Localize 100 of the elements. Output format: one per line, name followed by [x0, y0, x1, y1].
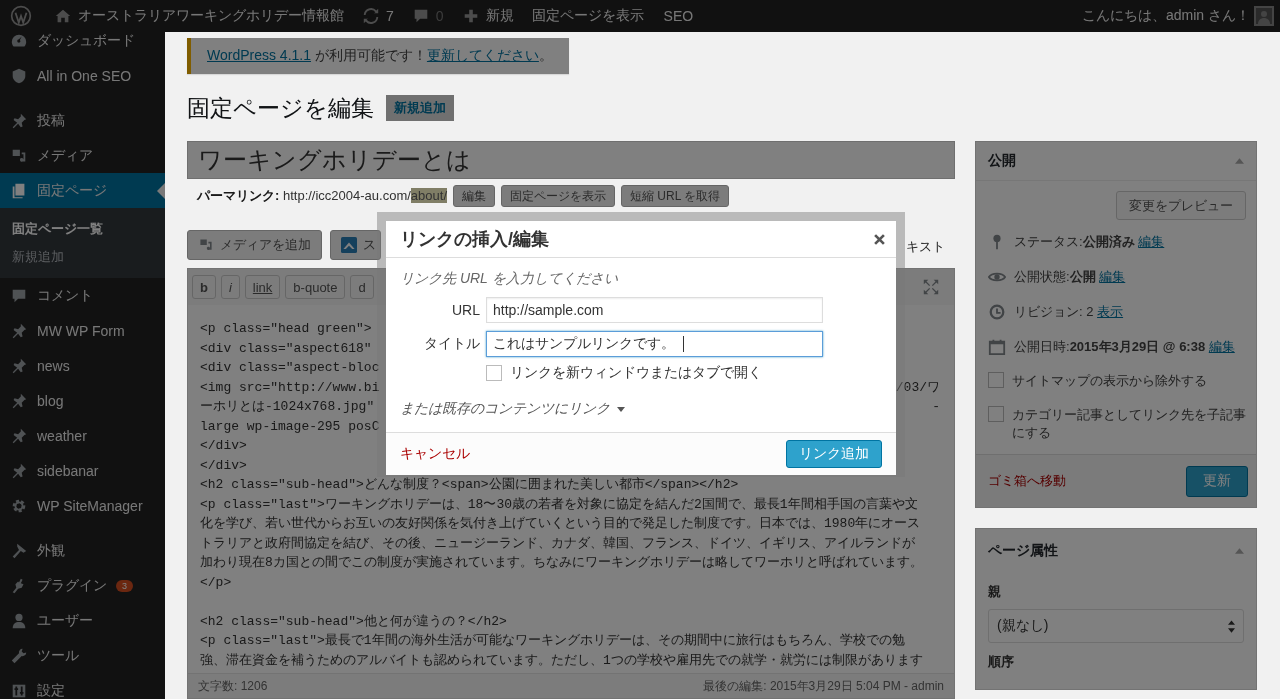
- submenu-item[interactable]: 固定ページ一覧: [0, 215, 165, 243]
- quicktag-button[interactable]: link: [244, 275, 281, 299]
- sidebar-item[interactable]: プラグイン 3: [0, 568, 165, 603]
- trash-link[interactable]: ゴミ箱へ移動: [988, 472, 1066, 490]
- caret-down-icon[interactable]: [617, 406, 625, 412]
- add-new-button[interactable]: 新規追加: [386, 95, 454, 121]
- site-name-link[interactable]: オーストラリアワーキングホリデー情報館: [78, 7, 344, 25]
- sidebar-item[interactable]: sidebanar: [0, 453, 165, 488]
- sidebar-item[interactable]: ダッシュボード: [0, 32, 165, 58]
- shield-icon: [10, 66, 28, 85]
- cancel-link[interactable]: キャンセル: [400, 445, 470, 463]
- wrench-icon: [10, 646, 28, 665]
- checkbox-label: リンクを新ウィンドウまたはタブで開く: [510, 364, 762, 382]
- calendar-icon: [988, 337, 1006, 356]
- update-count[interactable]: 7: [386, 8, 394, 24]
- sidebar-item[interactable]: ユーザー: [0, 603, 165, 638]
- publish-info: 公開日時:2015年3月29日 @ 6:38 編集: [1014, 337, 1235, 356]
- update-link[interactable]: 更新してください: [426, 47, 539, 63]
- input-field[interactable]: これはサンプルリンクです。: [486, 331, 823, 357]
- code-line: <img src="http://www.bi: [200, 378, 380, 397]
- code-line: /03/ワ: [895, 378, 940, 397]
- avatar-icon[interactable]: [1256, 8, 1272, 24]
- title-field[interactable]: ワーキングホリデーとは: [187, 141, 955, 179]
- home-icon: [54, 7, 72, 25]
- update-button[interactable]: 更新: [1186, 465, 1248, 497]
- collapse-icon[interactable]: [1235, 548, 1244, 554]
- code-line: large wp-image-295 posC: [200, 417, 380, 436]
- pushpin-icon: [10, 356, 28, 375]
- code-line: 化を学び、若い世代からお互いの友好関係を気付き上げていくという目的で発足した制度です。日本では、1980年にオース: [200, 515, 921, 533]
- pushpin-icon: [10, 321, 28, 340]
- pushpin-icon: [10, 426, 28, 445]
- dialog-title: リンクの挿入/編集: [400, 228, 549, 251]
- sidebar-item[interactable]: MW WP Form: [0, 313, 165, 348]
- input-field[interactable]: http://sample.com: [486, 297, 823, 323]
- version-link[interactable]: WordPress 4.1.1: [207, 47, 311, 63]
- code-line: <h2 class="sub-head">他と何が違うの？</h2>: [200, 612, 507, 631]
- sidebar-item[interactable]: 固定ページ: [0, 173, 165, 208]
- edit-link[interactable]: 編集: [1208, 338, 1235, 354]
- checkbox[interactable]: [988, 372, 1004, 388]
- edit-link[interactable]: 表示: [1097, 303, 1124, 319]
- sidebar-item[interactable]: メディア: [0, 138, 165, 173]
- pushpin-icon: [10, 111, 28, 130]
- code-line: トラリアと政府間協定を結び、その後、ニュージーランド、カナダ、韓国、フランス、ドイツ、イギリス、アイルランドが: [200, 534, 915, 553]
- close-icon[interactable]: [874, 233, 885, 245]
- code-line: </div>: [200, 456, 247, 475]
- dialog-hint: リンク先 URL を入力してください: [400, 270, 619, 288]
- sidebar-item[interactable]: WP SiteManager: [0, 488, 165, 523]
- edit-link[interactable]: 編集: [1099, 268, 1126, 284]
- quicktag-button[interactable]: b-quote: [285, 275, 346, 299]
- publish-heading: 公開: [988, 152, 1016, 170]
- wordpress-logo-icon[interactable]: [10, 5, 32, 27]
- quicktag-button[interactable]: i: [220, 275, 240, 299]
- update-badge: 3: [116, 579, 133, 592]
- pushpin-icon: [10, 461, 28, 480]
- media-button[interactable]: ス: [330, 230, 381, 260]
- permalink-button[interactable]: 短縮 URL を取得: [621, 185, 730, 207]
- pushpin-icon: [10, 391, 28, 410]
- checkbox-label: カテゴリー記事としてリンク先を子記事にする: [1012, 406, 1246, 442]
- add-link-button[interactable]: リンク追加: [786, 440, 882, 468]
- collapse-icon[interactable]: [1235, 158, 1244, 164]
- sidebar-item[interactable]: コメント: [0, 278, 165, 313]
- code-line: 強、滞在資金を補うためのアルバイトも認められています。ただし、1つの学校や雇用先での就学・就労には制限があります: [200, 651, 923, 670]
- edit-link[interactable]: 編集: [1138, 233, 1165, 249]
- fullscreen-icon[interactable]: [922, 278, 940, 296]
- code-line: <h2 class="sub-head">どんな制度？<span>公園に囲まれた美しい都市</span></h2>: [200, 476, 739, 494]
- seo-link[interactable]: SEO: [663, 8, 694, 24]
- preview-button[interactable]: 変更をプレビュー: [1116, 191, 1246, 220]
- sidebar-item[interactable]: news: [0, 348, 165, 383]
- sidebar-item[interactable]: ツール: [0, 638, 165, 673]
- sidebar-item[interactable]: 投稿: [0, 103, 165, 138]
- media-button[interactable]: メディアを追加: [187, 230, 322, 260]
- code-line: ーホリとは-1024x768.jpg": [200, 398, 375, 416]
- text-tab[interactable]: キスト: [906, 230, 955, 260]
- update-message: WordPress 4.1.1 が利用可能です！更新してください。: [207, 47, 553, 65]
- existing-content-toggle[interactable]: または既存のコンテンツにリンク: [400, 400, 610, 418]
- parent-select[interactable]: (親なし): [988, 609, 1244, 643]
- view-page-link[interactable]: 固定ページを表示: [531, 7, 644, 25]
- publish-info: 公開状態:公開 編集: [1014, 267, 1126, 286]
- sidebar-item[interactable]: All in One SEO: [0, 58, 165, 93]
- sidebar-item[interactable]: blog: [0, 383, 165, 418]
- new-link[interactable]: 新規: [485, 7, 514, 25]
- quicktag-button[interactable]: b: [192, 275, 216, 299]
- last-edited-text: 最後の編集: 2015年3月29日 5:04 PM - admin: [703, 677, 944, 695]
- refresh-icon: [362, 7, 380, 25]
- history-icon: [988, 302, 1006, 321]
- sidebar-item[interactable]: 設定: [0, 673, 165, 699]
- submenu-item[interactable]: 新規追加: [0, 243, 165, 271]
- sidebar-item[interactable]: 外観: [0, 533, 165, 568]
- permalink-button[interactable]: 固定ページを表示: [501, 185, 615, 207]
- checkbox[interactable]: [486, 365, 502, 381]
- code-line: <p class="last">最長で1年間の海外生活が可能なワーキングホリデーは、その期間中に旅行はもちろん、学校での勉: [200, 632, 905, 650]
- greeting-link[interactable]: こんにちは、admin さん！: [1081, 7, 1250, 25]
- field-label: タイトル: [423, 335, 480, 353]
- code-line: </div>: [200, 437, 247, 455]
- checkbox-label: サイトマップの表示から除外する: [1012, 372, 1207, 390]
- checkbox[interactable]: [988, 406, 1004, 422]
- parent-label: 親: [988, 583, 1002, 601]
- permalink-button[interactable]: 編集: [453, 185, 495, 207]
- sidebar-item[interactable]: weather: [0, 418, 165, 453]
- quicktag-button[interactable]: d: [350, 275, 374, 299]
